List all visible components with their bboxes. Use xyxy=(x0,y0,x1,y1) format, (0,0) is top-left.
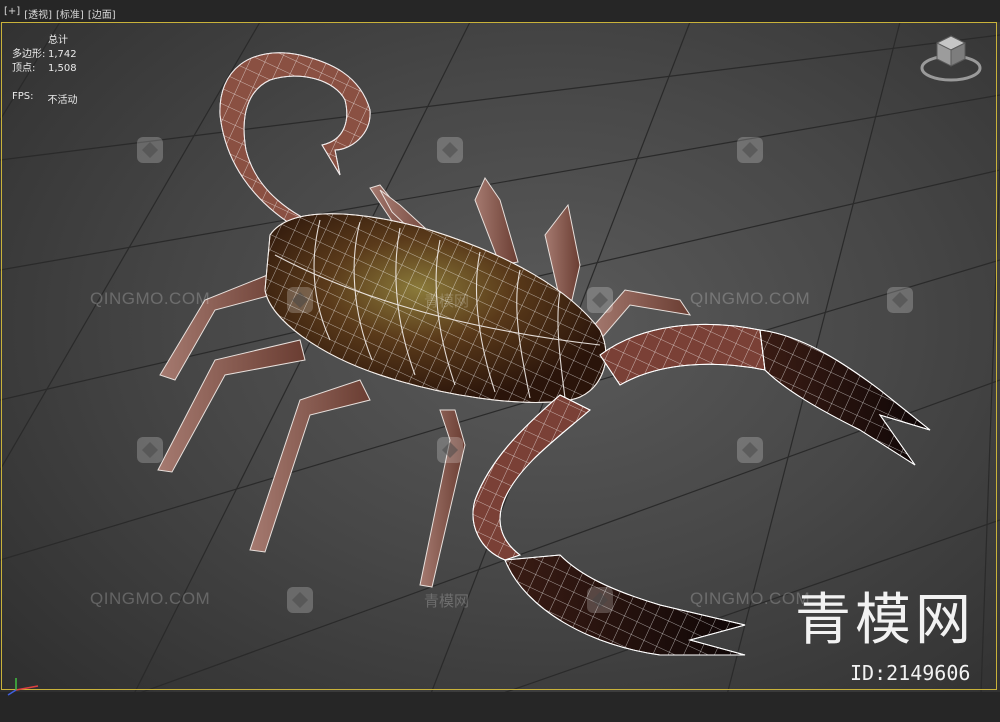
brand-logo-text: 青模网 xyxy=(795,588,975,653)
viewport-display-mode-menu[interactable]: [边面] xyxy=(88,6,116,21)
watermark-text: QINGMO.COM xyxy=(690,589,811,608)
qingmo-logo-icon xyxy=(137,437,163,463)
qingmo-logo-icon xyxy=(437,137,463,163)
watermark-text-cn: 青模网 xyxy=(424,592,470,610)
qingmo-logo-icon xyxy=(887,287,913,313)
qingmo-logo-icon xyxy=(587,587,613,613)
fps-readout: FPS: 不活动 xyxy=(12,91,78,106)
scorpion-pincer-back xyxy=(599,323,931,466)
watermark-text-cn: 青模网 xyxy=(424,292,470,310)
qingmo-logo-icon xyxy=(287,587,313,613)
watermark-text: QINGMO.COM xyxy=(690,289,811,308)
scorpion-tail xyxy=(219,52,371,231)
axis-tripod-icon xyxy=(7,678,39,696)
stats-header: 总计 xyxy=(48,35,68,46)
viewport-view-menu[interactable]: [透视] xyxy=(24,6,52,21)
scorpion-pincer-front xyxy=(472,394,746,656)
viewport-shading-menu[interactable]: [标准] xyxy=(56,6,84,21)
polygons-value: 1,742 xyxy=(48,49,77,60)
vertices-value: 1,508 xyxy=(48,63,77,74)
qingmo-logo-icon xyxy=(587,287,613,313)
qingmo-logo-icon xyxy=(287,287,313,313)
fps-label: FPS: xyxy=(12,91,34,102)
qingmo-logo-icon xyxy=(137,137,163,163)
watermark-text: QINGMO.COM xyxy=(90,589,211,608)
viewcube-icon[interactable] xyxy=(918,30,984,84)
qingmo-logo-icon xyxy=(437,437,463,463)
fps-value: 不活动 xyxy=(47,95,78,106)
viewport-label-menu: [+] [透视] [标准] [边面] xyxy=(4,6,116,21)
qingmo-logo-icon xyxy=(737,137,763,163)
qingmo-logo-icon xyxy=(737,437,763,463)
polygons-label: 多边形: xyxy=(12,49,46,60)
viewport-plus-menu[interactable]: [+] xyxy=(4,6,20,21)
viewport-bottom-bar xyxy=(0,692,1000,722)
scene-statistics: 总计 多边形: 1,742 顶点: 1,508 xyxy=(12,34,77,76)
viewport-top-bar xyxy=(0,0,1000,22)
model-id-label: ID:2149606 xyxy=(850,661,971,685)
vertices-label: 顶点: xyxy=(12,63,36,74)
watermark-text: QINGMO.COM xyxy=(90,289,211,308)
